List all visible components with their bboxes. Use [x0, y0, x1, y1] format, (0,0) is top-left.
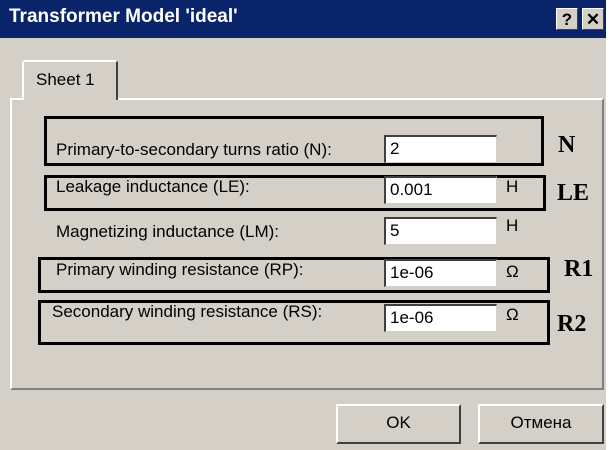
secondary-resistance-input[interactable]: 1e-06 [384, 304, 497, 332]
tab-sheet-1-label: Sheet 1 [36, 70, 95, 89]
turns-ratio-input[interactable]: 2 [384, 135, 497, 163]
secondary-resistance-label: Secondary winding resistance (RS): [52, 302, 323, 321]
title-bar: Transformer Model 'ideal' ? ✕ [0, 0, 606, 38]
cancel-button[interactable]: Отмена [478, 404, 604, 444]
primary-resistance-unit: Ω [506, 262, 519, 281]
help-button[interactable]: ? [556, 8, 578, 30]
magnetizing-inductance-label: Magnetizing inductance (LM): [56, 222, 280, 241]
leakage-inductance-label: Leakage inductance (LE): [56, 177, 250, 196]
turns-ratio-label: Primary-to-secondary turns ratio (N): [56, 140, 332, 159]
leakage-inductance-unit: H [506, 177, 519, 196]
secondary-resistance-unit: Ω [506, 305, 519, 324]
annotation-r1: R1 [564, 256, 594, 282]
magnetizing-inductance-input[interactable]: 5 [384, 217, 497, 245]
annotation-le: LE [557, 180, 590, 206]
dialog-window: Transformer Model 'ideal' ? ✕ Sheet 1 Pr… [0, 0, 606, 450]
primary-resistance-label: Primary winding resistance (RP): [56, 260, 304, 279]
magnetizing-inductance-unit: H [506, 216, 519, 235]
annotation-r2: R2 [557, 311, 587, 337]
window-title: Transformer Model 'ideal' [9, 6, 238, 27]
primary-resistance-input[interactable]: 1e-06 [384, 259, 497, 287]
leakage-inductance-input[interactable]: 0.001 [384, 176, 497, 204]
ok-button[interactable]: OK [336, 404, 461, 444]
tab-sheet-1[interactable]: Sheet 1 [22, 60, 118, 100]
close-button[interactable]: ✕ [582, 8, 604, 30]
annotation-n: N [558, 132, 576, 158]
